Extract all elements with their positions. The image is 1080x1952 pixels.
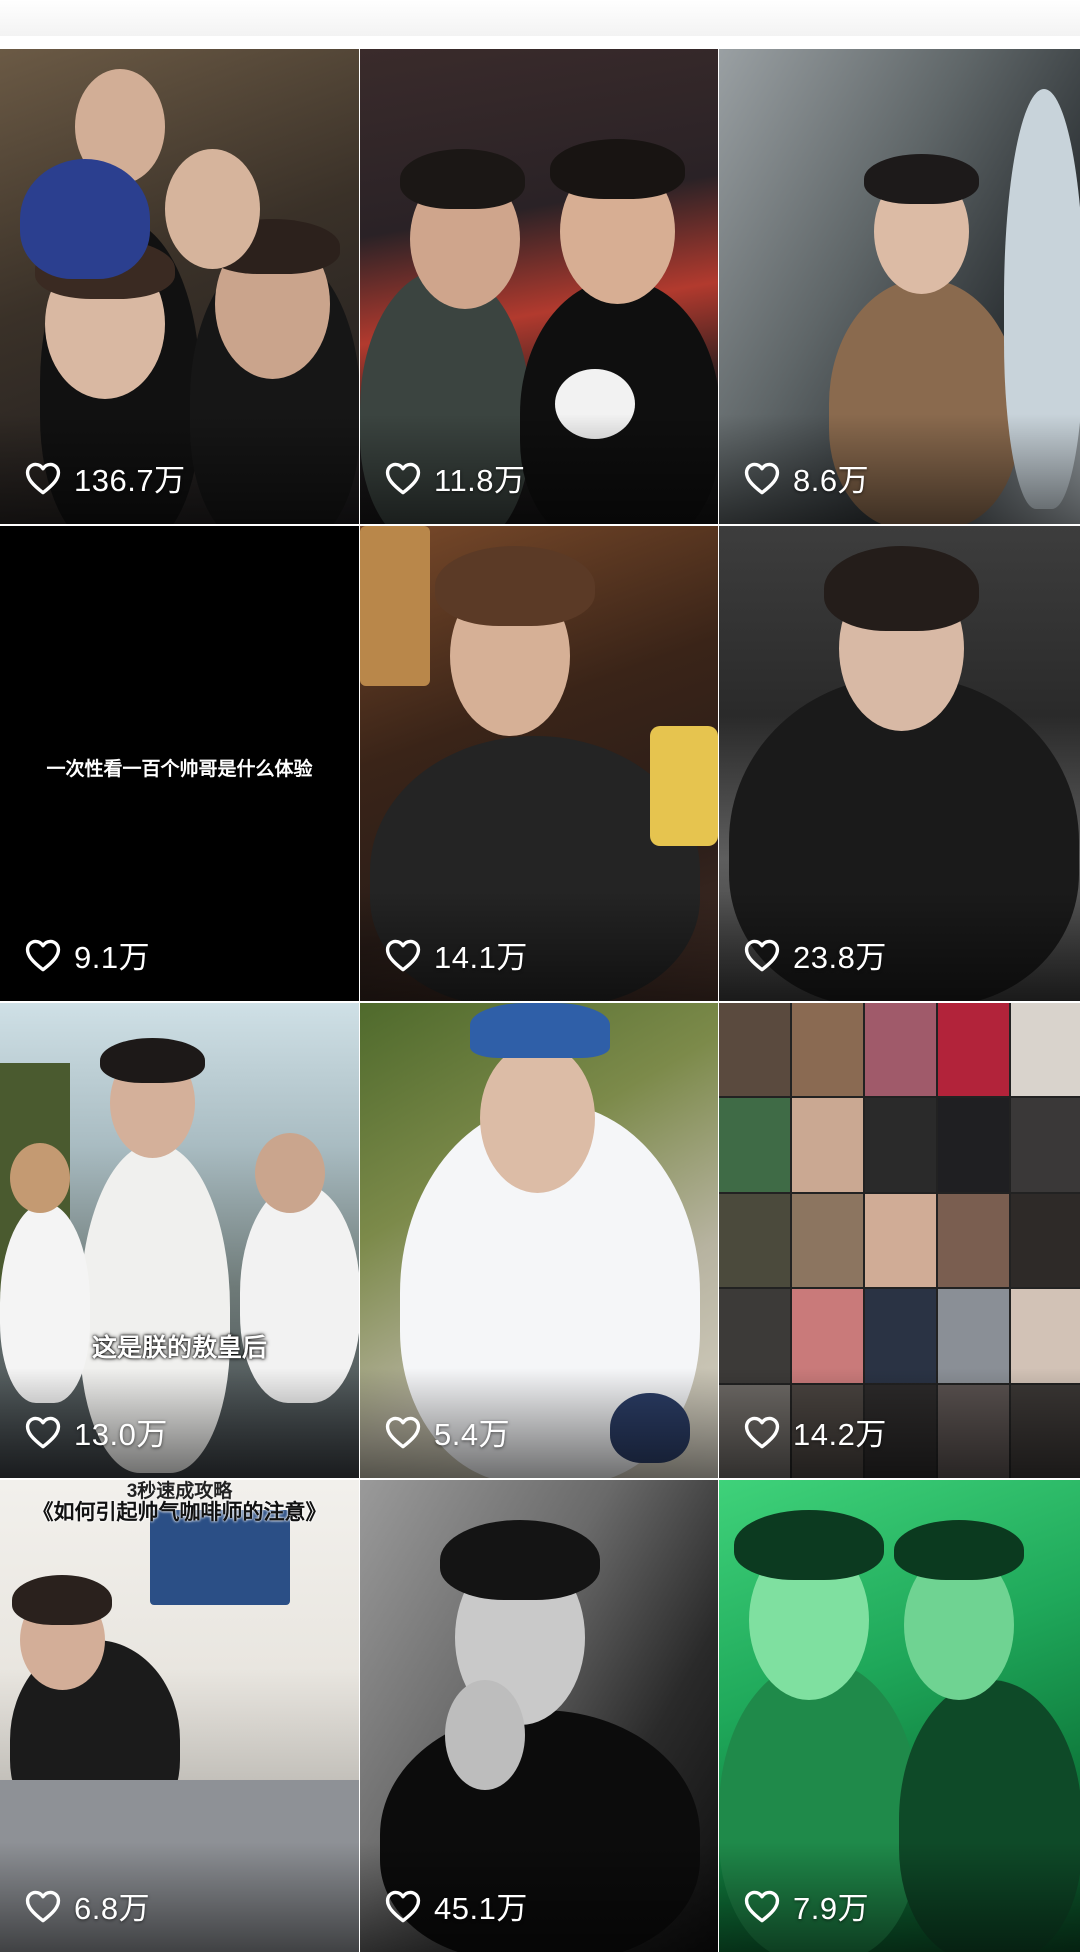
video-tile-8[interactable]: 5.4万 [360,1003,718,1478]
heart-outline-icon [24,1889,62,1923]
video-tile-10[interactable]: 3秒速成攻略 《如何引起帅气咖啡师的注意》 6.8万 [0,1480,359,1952]
heart-outline-icon [384,938,422,972]
like-count-text: 8.6万 [793,463,870,498]
like-count: 5.4万 [384,1409,510,1454]
heart-outline-icon [384,1889,422,1923]
heart-outline-icon [743,1889,781,1923]
video-tile-1[interactable]: 136.7万 [0,49,359,524]
heart-outline-icon [743,461,781,495]
video-tile-2[interactable]: 11.8万 [360,49,718,524]
like-count: 136.7万 [24,455,186,500]
heart-outline-icon [743,938,781,972]
video-caption: 一次性看一百个帅哥是什么体验 [46,759,313,780]
like-count: 45.1万 [384,1883,528,1928]
like-count: 13.0万 [24,1409,168,1454]
video-tile-4[interactable]: 一次性看一百个帅哥是什么体验 9.1万 [0,526,359,1001]
video-caption: 这是朕的敖皇后 [91,1334,267,1362]
video-tile-11[interactable]: 45.1万 [360,1480,718,1952]
video-tile-9[interactable]: 14.2万 [719,1003,1080,1478]
like-count: 8.6万 [743,455,869,500]
video-tile-6[interactable]: 23.8万 [719,526,1080,1001]
video-tile-12[interactable]: 7.9万 [719,1480,1080,1952]
like-count-text: 45.1万 [434,1891,528,1926]
like-count-text: 13.0万 [74,1417,168,1452]
heart-outline-icon [384,461,422,495]
like-count: 23.8万 [743,932,887,977]
like-count-text: 14.1万 [434,940,528,975]
heart-outline-icon [743,1415,781,1449]
like-count: 9.1万 [24,932,150,977]
video-caption: 《如何引起帅气咖啡师的注意》 [32,1501,327,1524]
like-count-text: 6.8万 [74,1891,151,1926]
heart-outline-icon [384,1415,422,1449]
like-count-text: 14.2万 [793,1417,887,1452]
like-count-text: 5.4万 [434,1417,511,1452]
like-count: 14.2万 [743,1409,887,1454]
like-count-text: 9.1万 [74,940,151,975]
like-count-text: 136.7万 [74,463,186,498]
video-tile-7[interactable]: 这是朕的敖皇后 13.0万 [0,1003,359,1478]
heart-outline-icon [24,1415,62,1449]
like-count-text: 23.8万 [793,940,887,975]
video-tile-5[interactable]: 14.1万 [360,526,718,1001]
video-grid: 136.7万 11.8万 8.6万 一次性看一百个帅哥是什么体验 9.1万 14… [0,49,1080,1952]
video-tile-3[interactable]: 8.6万 [719,49,1080,524]
top-bar [0,0,1080,36]
like-count: 14.1万 [384,932,528,977]
heart-outline-icon [24,938,62,972]
like-count: 7.9万 [743,1883,869,1928]
heart-outline-icon [24,461,62,495]
like-count: 11.8万 [384,455,526,500]
like-count-text: 7.9万 [793,1891,870,1926]
like-count-text: 11.8万 [434,463,526,498]
like-count: 6.8万 [24,1883,150,1928]
